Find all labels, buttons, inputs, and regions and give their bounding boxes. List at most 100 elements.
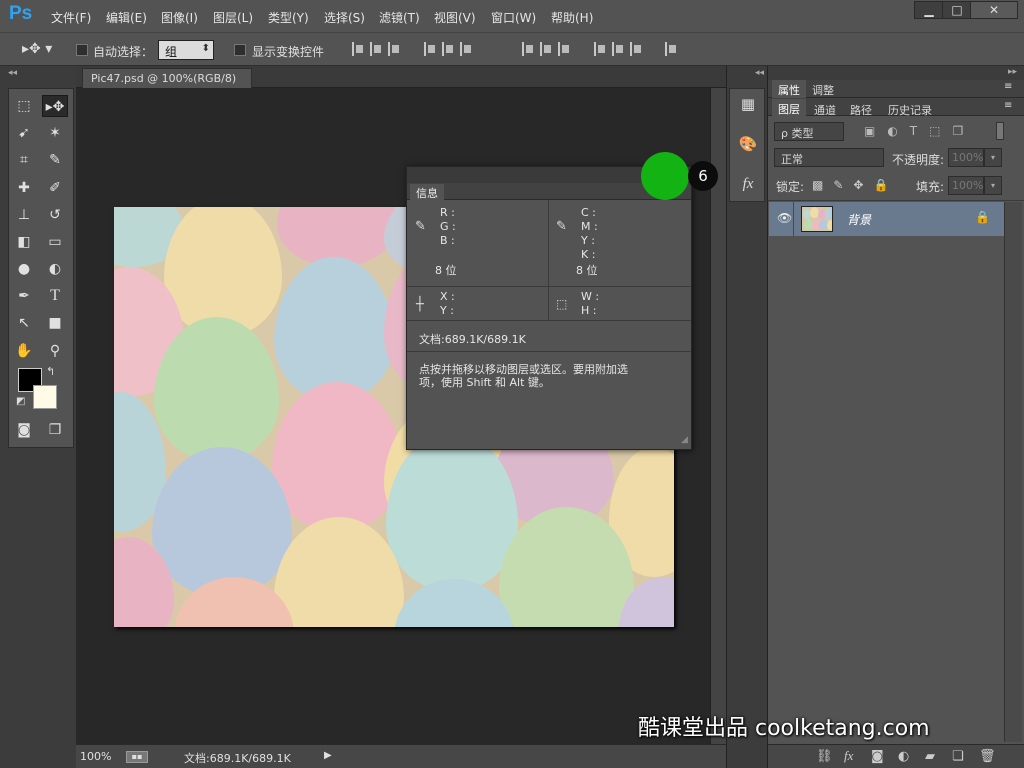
collapse-toolbox-icon[interactable]: ◂◂ <box>8 68 17 78</box>
layer-name[interactable]: 背景 <box>847 211 871 228</box>
blur-tool-icon[interactable]: ● <box>11 258 37 280</box>
healing-brush-icon[interactable]: ✚ <box>11 177 37 199</box>
eyedropper-cmyk-icon[interactable]: ✎ <box>556 219 567 234</box>
tab-history[interactable]: 历史记录 <box>888 102 932 118</box>
expand-panels-icon[interactable]: ◂◂ <box>755 68 764 78</box>
minimize-button[interactable]: ▁ <box>914 1 944 19</box>
tab-properties[interactable]: 属性 <box>772 80 806 100</box>
distribute-vcenter-icon[interactable] <box>540 42 552 56</box>
align-hcenter-icon[interactable] <box>441 42 454 56</box>
auto-align-icon[interactable] <box>665 42 677 56</box>
link-layers-icon[interactable]: ⛓ <box>816 749 833 764</box>
align-right-icon[interactable] <box>459 42 472 56</box>
tab-layers[interactable]: 图层 <box>772 99 806 119</box>
tab-channels[interactable]: 通道 <box>814 102 836 118</box>
fill-field[interactable]: 100% <box>948 176 984 195</box>
layer-visibility-eye-icon[interactable]: 👁 <box>777 211 792 225</box>
type-tool-icon[interactable]: T <box>42 285 68 307</box>
pen-tool-icon[interactable]: ✒ <box>11 285 37 307</box>
menu-window[interactable]: 窗口(W) <box>491 9 536 26</box>
delete-layer-icon[interactable]: 🗑 <box>979 749 996 764</box>
align-buttons[interactable] <box>352 42 478 58</box>
layers-scrollbar[interactable] <box>1004 202 1022 742</box>
zoom-level[interactable]: 100% <box>80 750 111 763</box>
layer-filter-kind[interactable]: ρ 类型 <box>774 122 844 141</box>
filter-toggle-switch[interactable] <box>996 122 1004 140</box>
move-tool-preset-icon[interactable]: ▸✥ ▾ <box>22 41 52 57</box>
zoom-tool-icon[interactable]: ⚲ <box>42 340 68 362</box>
magic-wand-icon[interactable]: ✶ <box>42 122 68 144</box>
status-menu-arrow-icon[interactable]: ▶ <box>324 750 332 761</box>
screen-mode-icon[interactable]: ❐ <box>42 419 68 441</box>
menu-filter[interactable]: 滤镜(T) <box>379 9 420 26</box>
default-colors-icon[interactable]: ◩ <box>16 396 25 407</box>
menu-help[interactable]: 帮助(H) <box>551 9 593 26</box>
align-bottom-icon[interactable] <box>388 42 400 56</box>
navigator-panel-icon[interactable]: ▦ <box>737 93 759 115</box>
tab-info[interactable]: 信息 <box>410 184 444 200</box>
rectangle-tool-icon[interactable]: ■ <box>42 312 68 334</box>
new-group-icon[interactable]: ▰ <box>925 749 935 764</box>
distribute-hcenter-icon[interactable] <box>611 42 624 56</box>
styles-panel-icon[interactable]: fx <box>737 173 759 195</box>
auto-select-checkbox[interactable] <box>76 44 88 56</box>
close-window-button[interactable]: ✕ <box>970 1 1018 19</box>
hand-tool-icon[interactable]: ✋ <box>11 340 37 362</box>
maximize-button[interactable]: □ <box>942 1 972 19</box>
blend-mode-dropdown[interactable]: 正常 <box>774 148 884 167</box>
distribute-top-icon[interactable] <box>522 42 534 56</box>
menu-select[interactable]: 选择(S) <box>324 9 365 26</box>
menu-layer[interactable]: 图层(L) <box>213 9 253 26</box>
background-color-swatch[interactable] <box>33 385 57 409</box>
lasso-tool-icon[interactable]: ➹ <box>11 122 37 144</box>
info-panel[interactable]: ◂◂ ✕ 信息 ≡ ✎ R : G : B : 8 位 ✎ C : M : Y … <box>406 166 692 450</box>
path-select-icon[interactable]: ↖ <box>11 312 37 334</box>
distribute-left-icon[interactable] <box>593 42 606 56</box>
align-vcenter-icon[interactable] <box>370 42 382 56</box>
marquee-tool-icon[interactable]: ⬚ <box>11 95 37 117</box>
panel-collapse-icon[interactable]: ▸▸ <box>1008 67 1017 77</box>
align-left-icon[interactable] <box>423 42 436 56</box>
swap-colors-icon[interactable]: ↰ <box>46 365 55 378</box>
layer-row-background[interactable]: 👁 背景 🔒 <box>769 202 1004 236</box>
move-tool-icon[interactable]: ▸✥ <box>42 95 68 117</box>
eyedropper-rgb-icon[interactable]: ✎ <box>415 219 426 234</box>
auto-select-dropdown[interactable]: 组 <box>158 40 214 60</box>
layer-style-fx-icon[interactable]: fx <box>844 748 853 764</box>
menu-image[interactable]: 图像(I) <box>161 9 198 26</box>
properties-panel-menu-icon[interactable]: ≡ <box>1004 81 1012 92</box>
quick-mask-icon[interactable]: ◙ <box>11 419 37 441</box>
adjustment-layer-icon[interactable]: ◐ <box>898 749 909 764</box>
swatches-panel-icon[interactable]: 🎨 <box>737 133 759 155</box>
menu-file[interactable]: 文件(F) <box>51 9 91 26</box>
opacity-field[interactable]: 100% <box>948 148 984 167</box>
distribute-right-icon[interactable] <box>629 42 642 56</box>
eyedropper-tool-icon[interactable]: ✎ <box>42 149 68 171</box>
history-brush-icon[interactable]: ↺ <box>42 204 68 226</box>
align-top-icon[interactable] <box>352 42 364 56</box>
show-transform-checkbox[interactable] <box>234 44 246 56</box>
add-mask-icon[interactable]: ◙ <box>871 749 884 764</box>
gradient-tool-icon[interactable]: ▭ <box>42 231 68 253</box>
tab-adjustments[interactable]: 调整 <box>812 82 834 98</box>
resize-grip-icon[interactable]: ◢ <box>681 435 688 445</box>
menu-type[interactable]: 类型(Y) <box>268 9 309 26</box>
layer-filter-icons[interactable]: ▣◐T⬚❐ <box>864 124 975 138</box>
brush-tool-icon[interactable]: ✐ <box>42 177 68 199</box>
menu-view[interactable]: 视图(V) <box>434 9 476 26</box>
clone-stamp-icon[interactable]: ⊥ <box>11 204 37 226</box>
layers-panel-menu-icon[interactable]: ≡ <box>1004 100 1012 111</box>
document-tab[interactable]: Pic47.psd @ 100%(RGB/8) × <box>82 68 252 98</box>
status-preview-icon[interactable]: ▪▪ <box>126 751 148 763</box>
eraser-tool-icon[interactable]: ◧ <box>11 231 37 253</box>
distribute-bottom-icon[interactable] <box>558 42 570 56</box>
lock-icons[interactable]: ▩✎✥🔒 <box>812 178 898 192</box>
menu-edit[interactable]: 编辑(E) <box>106 9 147 26</box>
crop-tool-icon[interactable]: ⌗ <box>11 149 37 171</box>
fill-dropdown-icon[interactable]: ▾ <box>984 176 1002 195</box>
opacity-dropdown-icon[interactable]: ▾ <box>984 148 1002 167</box>
new-layer-icon[interactable]: ❏ <box>952 749 964 764</box>
tab-paths[interactable]: 路径 <box>850 102 872 118</box>
distribute-buttons[interactable] <box>522 42 683 58</box>
dodge-tool-icon[interactable]: ◐ <box>42 258 68 280</box>
